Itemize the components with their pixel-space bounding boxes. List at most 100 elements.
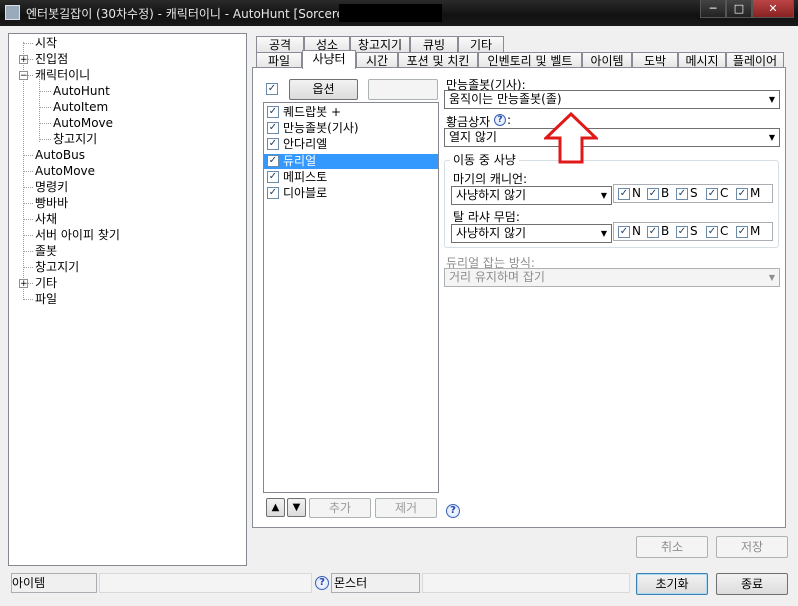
monster-status-field[interactable] [331,573,420,593]
tree-item-entry[interactable]: 진입점 [35,52,68,66]
chevron-down-icon: ▼ [768,133,775,142]
tree-item-misc[interactable]: 기타 [35,276,57,290]
chevron-down-icon: ▼ [768,273,775,282]
flag-s-checkbox[interactable]: ✓ [676,226,688,238]
move-down-button[interactable]: ▼ [287,498,306,517]
exit-button[interactable]: 종료 [716,573,788,595]
list-item-checkbox[interactable]: ✓ [267,171,279,183]
flag-label: C [720,186,729,200]
add-button[interactable]: 추가 [309,498,371,518]
tree-line [23,267,33,268]
list-item[interactable]: ✓ 안다리엘 [264,137,438,152]
tree-line [28,75,33,76]
tree-item-automove[interactable]: AutoMove [35,164,95,178]
expand-icon[interactable]: + [19,55,28,65]
tree-item-storage-sub[interactable]: 창고지기 [53,132,97,146]
tree-item-server-ip[interactable]: 서버 아이피 찾기 [35,228,120,242]
tomb-select[interactable]: 사냥하지 않기 ▼ [451,224,612,243]
navigation-tree[interactable]: 시작 + 진입점 − 캐릭터이니 AutoHunt AutoItem AutoM… [8,33,247,566]
flag-s-checkbox[interactable]: ✓ [676,188,688,200]
list-item-label: 디아블로 [283,186,328,200]
list-item-checkbox[interactable]: ✓ [267,155,279,167]
flag-label: N [632,224,641,238]
minimize-button[interactable]: ─ [700,0,726,18]
select-all-checkbox[interactable]: ✓ [266,83,278,95]
tree-item-automove-sub[interactable]: AutoMove [53,116,113,130]
tree-item-hotkeys[interactable]: 명령키 [35,180,68,194]
flag-label: M [750,224,761,238]
tree-item-loan[interactable]: 사채 [35,212,57,226]
list-item-label: 퀘드랍봇 + [283,105,342,119]
flag-b-checkbox[interactable]: ✓ [647,226,659,238]
maximize-button[interactable]: □ [726,0,752,18]
golden-chest-value: 열지 않기 [449,130,497,144]
option-button[interactable]: 옵션 [289,79,358,100]
golden-chest-select[interactable]: 열지 않기 ▼ [444,128,780,147]
tree-line [23,155,33,156]
list-item[interactable]: ✓ 디아블로 [264,186,438,201]
tomb-value: 사냥하지 않기 [456,226,527,240]
list-item-checkbox[interactable]: ✓ [267,138,279,150]
list-item[interactable]: ✓ 메피스토 [264,170,438,185]
tree-line [23,299,33,300]
zolbot-select[interactable]: 움직이는 만능졸봇(졸) ▼ [444,90,780,109]
tree-line [28,59,33,60]
flag-c-checkbox[interactable]: ✓ [706,188,718,200]
tree-line [23,203,33,204]
tree-item-zolbot[interactable]: 졸봇 [35,244,57,258]
tree-item-start[interactable]: 시작 [35,36,57,50]
duriel-method-select[interactable]: 거리 유지하며 잡기 ▼ [444,268,780,287]
tree-line [39,123,51,124]
flag-c-checkbox[interactable]: ✓ [706,226,718,238]
redacted-title-block [339,4,442,22]
tree-item-autobus[interactable]: AutoBus [35,148,85,162]
tab-misc[interactable]: 기타 [458,36,504,53]
save-button[interactable]: 저장 [716,536,788,558]
expand-icon[interactable]: + [19,279,28,289]
tree-item-storage[interactable]: 창고지기 [35,260,79,274]
flag-label: B [661,224,670,238]
tree-line [39,107,51,108]
help-icon[interactable]: ? [494,114,506,126]
reset-button[interactable]: 초기화 [636,573,708,595]
help-icon[interactable]: ? [315,576,329,590]
flag-b-checkbox[interactable]: ✓ [647,188,659,200]
tree-line [28,283,33,284]
hunt-list[interactable]: ✓ 퀘드랍봇 + ✓ 만능졸봇(기사) ✓ 안다리엘 ✓ 듀리얼 ✓ 메피스토 … [263,102,439,493]
list-item[interactable]: ✓ 퀘드랍봇 + [264,105,438,120]
tree-item-autohunt[interactable]: AutoHunt [53,84,110,98]
flag-label: N [632,186,641,200]
tree-item-autoitem[interactable]: AutoItem [53,100,108,114]
remove-button[interactable]: 제거 [375,498,437,518]
list-item-checkbox[interactable]: ✓ [267,122,279,134]
tab-attack[interactable]: 공격 [256,36,304,53]
list-item-selected[interactable]: ✓ 듀리얼 [264,154,438,169]
flag-n-checkbox[interactable]: ✓ [618,188,630,200]
tree-line [23,187,33,188]
canyon-select[interactable]: 사냥하지 않기 ▼ [451,186,612,205]
tree-item-bbangbaba[interactable]: 빵바바 [35,196,68,210]
cancel-button[interactable]: 취소 [636,536,708,558]
item-status-field[interactable] [11,573,97,593]
tab-storage[interactable]: 창고지기 [350,36,410,53]
list-item[interactable]: ✓ 만능졸봇(기사) [264,121,438,136]
help-icon[interactable]: ? [446,504,460,518]
flag-n-checkbox[interactable]: ✓ [618,226,630,238]
canyon-value: 사냥하지 않기 [456,188,527,202]
list-item-checkbox[interactable]: ✓ [267,187,279,199]
blank-button[interactable] [368,79,438,100]
list-item-checkbox[interactable]: ✓ [267,106,279,118]
flag-m-checkbox[interactable]: ✓ [736,188,748,200]
tree-item-character[interactable]: 캐릭터이니 [35,68,90,82]
move-up-button[interactable]: ▲ [266,498,285,517]
tab-hunting-ground[interactable]: 사냥터 [302,50,356,69]
close-button[interactable]: ✕ [752,0,794,18]
flag-label: S [690,224,698,238]
tab-cubing[interactable]: 큐빙 [410,36,458,53]
tree-line [23,43,33,44]
collapse-icon[interactable]: − [19,71,28,81]
flag-m-checkbox[interactable]: ✓ [736,226,748,238]
list-item-label: 만능졸봇(기사) [283,121,359,135]
zolbot-value: 움직이는 만능졸봇(졸) [449,92,562,106]
tree-item-file[interactable]: 파일 [35,292,57,306]
